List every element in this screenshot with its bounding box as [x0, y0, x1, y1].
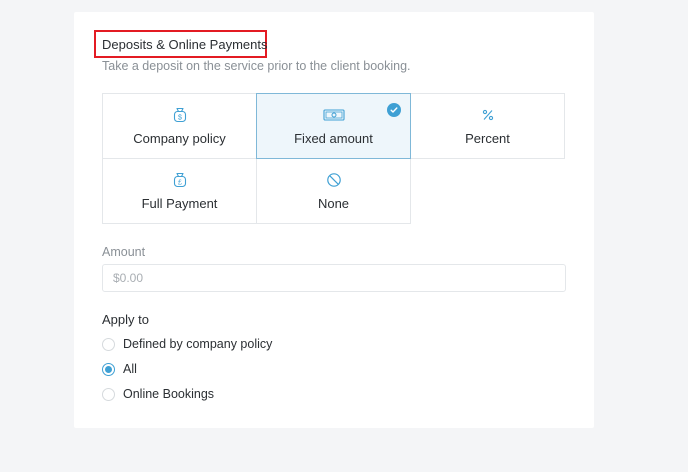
- radio-label: Online Bookings: [123, 387, 215, 401]
- option-label: Full Payment: [141, 196, 218, 211]
- option-label: Company policy: [133, 131, 226, 146]
- percent-icon: [411, 107, 564, 123]
- radio-button[interactable]: [102, 337, 115, 351]
- deposits-card: Deposits & Online Payments Take a deposi…: [74, 12, 594, 428]
- money-bag-dollar-icon: $: [103, 107, 256, 123]
- section-title: Deposits & Online Payments: [102, 37, 268, 52]
- apply-to-label: Apply to: [102, 312, 149, 327]
- radio-button-selected[interactable]: [102, 362, 115, 376]
- amount-label: Amount: [102, 245, 146, 259]
- option-label: Fixed amount: [294, 131, 373, 146]
- section-subtitle: Take a deposit on the service prior to t…: [102, 59, 411, 73]
- radio-defined-by-company-policy[interactable]: Defined by company policy: [102, 335, 272, 353]
- option-percent[interactable]: Percent: [410, 93, 565, 159]
- radio-online-bookings[interactable]: Online Bookings: [102, 385, 214, 403]
- check-icon: [387, 103, 401, 117]
- option-full-payment[interactable]: £ Full Payment: [102, 158, 257, 224]
- radio-label: All: [123, 362, 137, 376]
- option-fixed-amount[interactable]: Fixed amount: [256, 93, 411, 159]
- radio-all[interactable]: All: [102, 360, 137, 378]
- option-label: None: [317, 196, 350, 211]
- option-none[interactable]: None: [256, 158, 411, 224]
- option-label: Percent: [465, 131, 510, 146]
- svg-text:$: $: [178, 115, 182, 122]
- none-icon: [257, 172, 410, 188]
- amount-input[interactable]: [102, 264, 566, 292]
- money-bag-pound-icon: £: [103, 172, 256, 188]
- svg-text:£: £: [178, 180, 182, 187]
- option-company-policy[interactable]: $ Company policy: [102, 93, 257, 159]
- radio-button[interactable]: [102, 387, 115, 401]
- radio-label: Defined by company policy: [123, 337, 273, 351]
